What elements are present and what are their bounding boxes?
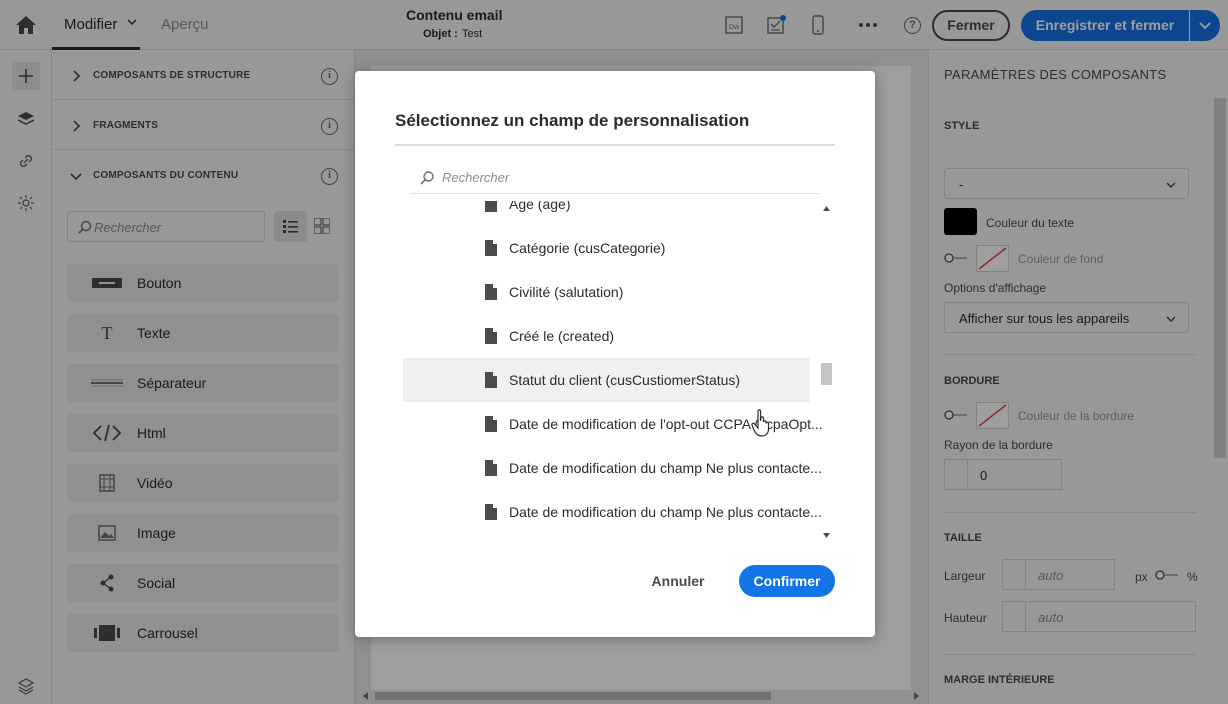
- list-item[interactable]: Date de modification du champ Ne plus co…: [403, 446, 822, 490]
- field-search-input[interactable]: Rechercher: [410, 166, 820, 194]
- field-list: Age (age) Catégorie (cusCategorie) Civil…: [403, 201, 835, 545]
- search-placeholder: Rechercher: [442, 170, 510, 185]
- scroll-up-icon[interactable]: [822, 205, 831, 212]
- scroll-down-icon[interactable]: [822, 532, 831, 539]
- dialog-title: Sélectionnez un champ de personnalisatio…: [395, 111, 750, 130]
- file-icon: [485, 504, 497, 520]
- search-icon: [420, 171, 434, 185]
- hand-cursor-icon: [751, 409, 770, 437]
- confirm-button[interactable]: Confirmer: [739, 565, 835, 597]
- list-item[interactable]: Civilité (salutation): [403, 270, 810, 314]
- file-icon: [485, 372, 497, 388]
- list-item[interactable]: Créé le (created): [403, 314, 810, 358]
- divider: [395, 144, 835, 146]
- list-item-label: Date de modification de l'opt-out CCPA (…: [509, 416, 823, 432]
- file-icon: [485, 416, 497, 432]
- file-icon: [485, 284, 497, 300]
- file-icon: [485, 328, 497, 344]
- file-icon: [485, 460, 497, 476]
- list-item[interactable]: Catégorie (cusCategorie): [403, 226, 810, 270]
- list-item-label: Créé le (created): [509, 328, 615, 344]
- list-item-label: Statut du client (cusCustiomerStatus): [509, 372, 741, 388]
- scroll-thumb[interactable]: [821, 363, 832, 385]
- list-item-label: Civilité (salutation): [509, 284, 624, 300]
- list-item[interactable]: Date de modification de l'opt-out CCPA (…: [403, 402, 823, 446]
- list-item-label: Age (age): [509, 201, 571, 212]
- field-list-scrollbar[interactable]: [818, 201, 835, 545]
- cancel-button[interactable]: Annuler: [637, 565, 719, 597]
- list-item[interactable]: Date de modification du champ Ne plus co…: [403, 490, 822, 534]
- list-item-label: Catégorie (cusCategorie): [509, 240, 666, 256]
- list-item-label: Date de modification du champ Ne plus co…: [509, 504, 822, 520]
- file-icon: [485, 240, 497, 256]
- list-item[interactable]: Age (age): [403, 201, 810, 226]
- list-item-hovered[interactable]: Statut du client (cusCustiomerStatus): [403, 358, 810, 402]
- list-item-label: Date de modification du champ Ne plus co…: [509, 460, 822, 476]
- file-icon: [485, 201, 497, 212]
- personalization-field-dialog: Sélectionnez un champ de personnalisatio…: [355, 71, 875, 637]
